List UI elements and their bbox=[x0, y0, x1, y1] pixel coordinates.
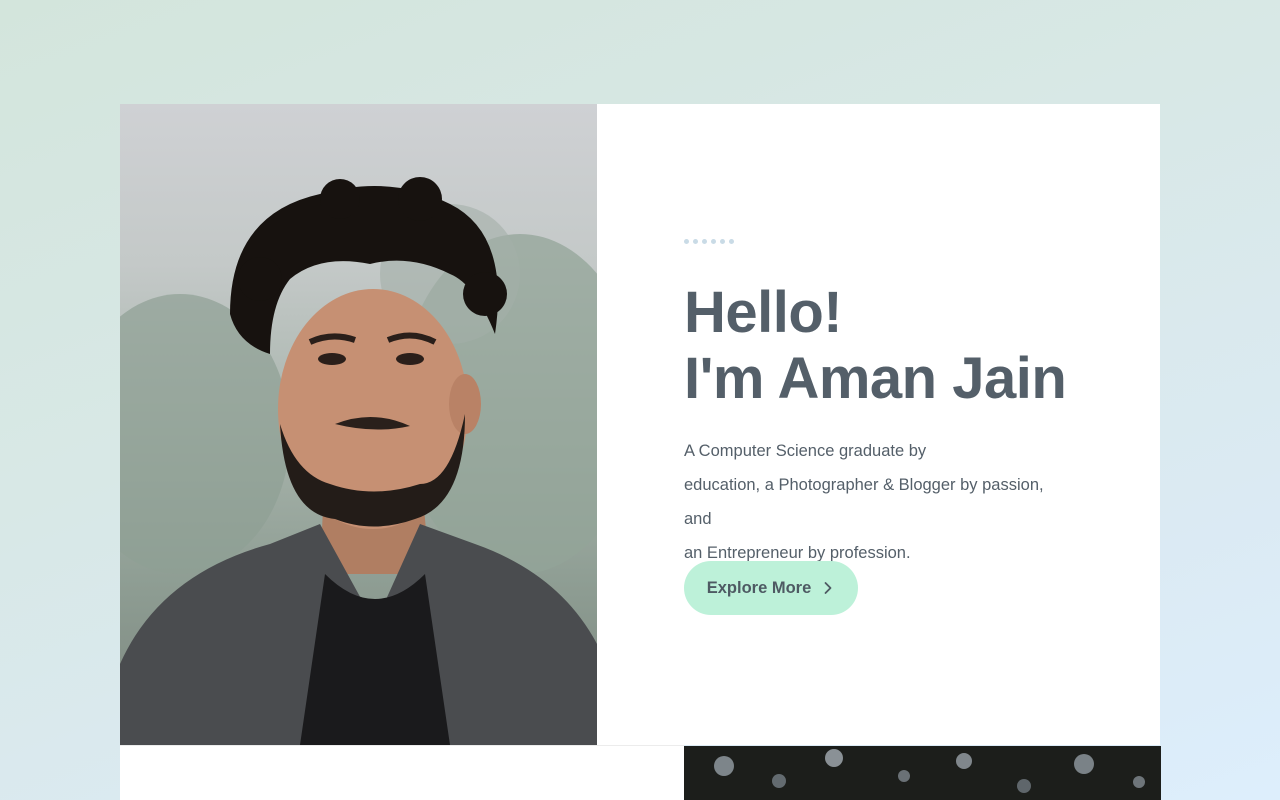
bio-line: A Computer Science graduate by bbox=[684, 442, 927, 460]
explore-more-button[interactable]: Explore More bbox=[684, 561, 858, 615]
decorative-dots bbox=[684, 239, 734, 244]
bio-text: A Computer Science graduate by education… bbox=[684, 434, 1074, 570]
next-section-card bbox=[120, 745, 684, 800]
name-text: I'm Aman Jain bbox=[684, 346, 1067, 411]
hero-section: Hello! I'm Aman Jain A Computer Science … bbox=[120, 104, 1160, 745]
greeting-text: Hello! bbox=[684, 280, 843, 345]
chevron-right-icon bbox=[821, 581, 835, 595]
hero-content: Hello! I'm Aman Jain A Computer Science … bbox=[597, 104, 1160, 745]
explore-more-label: Explore More bbox=[706, 578, 812, 597]
hero-headline: Hello! I'm Aman Jain bbox=[684, 280, 1067, 412]
next-section-photo bbox=[684, 746, 1161, 800]
bio-line: education, a Photographer & Blogger by p… bbox=[684, 476, 1044, 528]
portrait-photo bbox=[120, 104, 597, 745]
